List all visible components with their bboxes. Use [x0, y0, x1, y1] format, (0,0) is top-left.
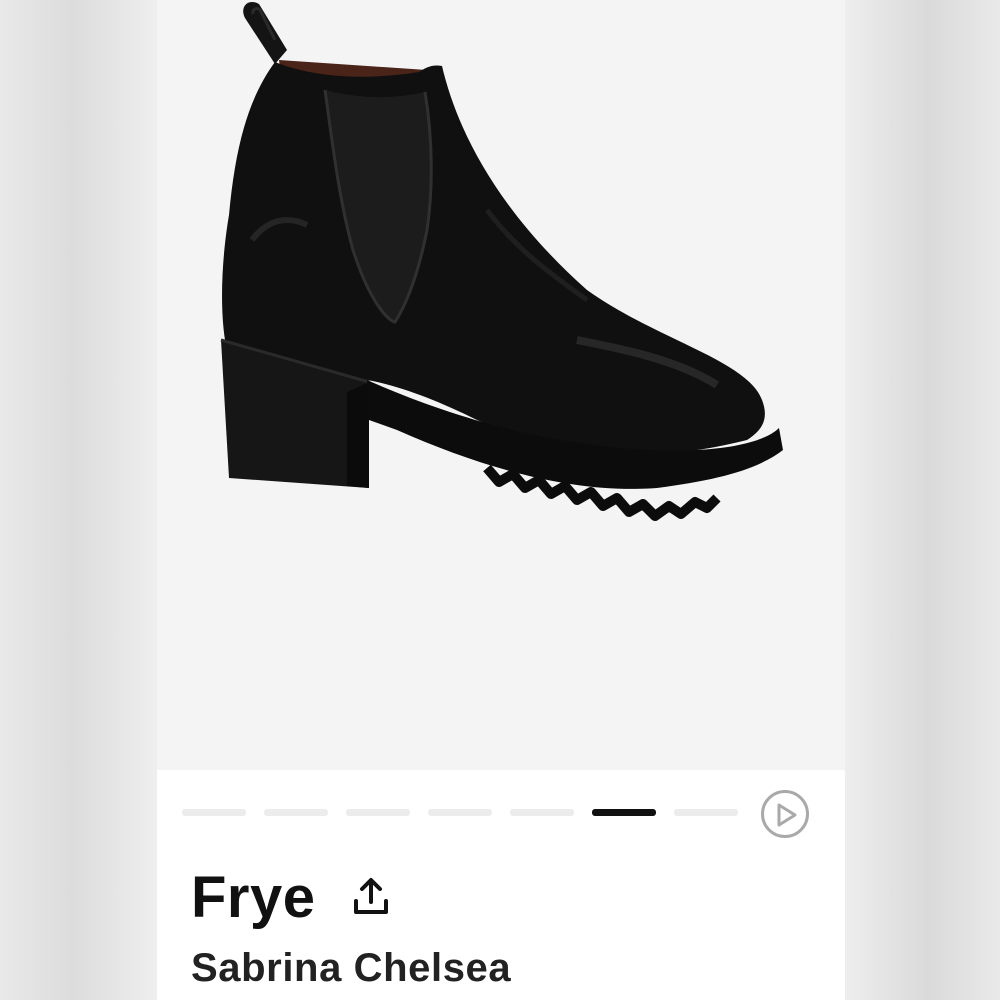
- blurred-backdrop-right: [840, 0, 1000, 1000]
- pager-indicator-active[interactable]: [592, 809, 656, 816]
- ankle-boot-image: [220, 1, 783, 521]
- share-button[interactable]: [350, 876, 392, 918]
- product-title: Sabrina Chelsea: [191, 946, 512, 990]
- share-icon: [353, 878, 388, 914]
- pager-indicator[interactable]: [674, 809, 738, 816]
- blurred-backdrop-left: [0, 0, 160, 1000]
- pager-indicator[interactable]: [264, 809, 328, 816]
- pager-indicator[interactable]: [182, 809, 246, 816]
- pager-indicator[interactable]: [346, 809, 410, 816]
- pager-indicator[interactable]: [510, 809, 574, 816]
- brand-name[interactable]: Frye: [191, 864, 316, 931]
- image-pager: [182, 790, 822, 840]
- brand-row: Frye: [191, 862, 392, 932]
- play-icon: [777, 803, 797, 827]
- screenshot-stage: Frye Sabrina Chelsea: [0, 0, 1000, 1000]
- play-button[interactable]: [761, 790, 809, 838]
- product-image[interactable]: [157, 0, 845, 770]
- product-detail-screen: Frye Sabrina Chelsea: [157, 0, 845, 1000]
- pager-indicator[interactable]: [428, 809, 492, 816]
